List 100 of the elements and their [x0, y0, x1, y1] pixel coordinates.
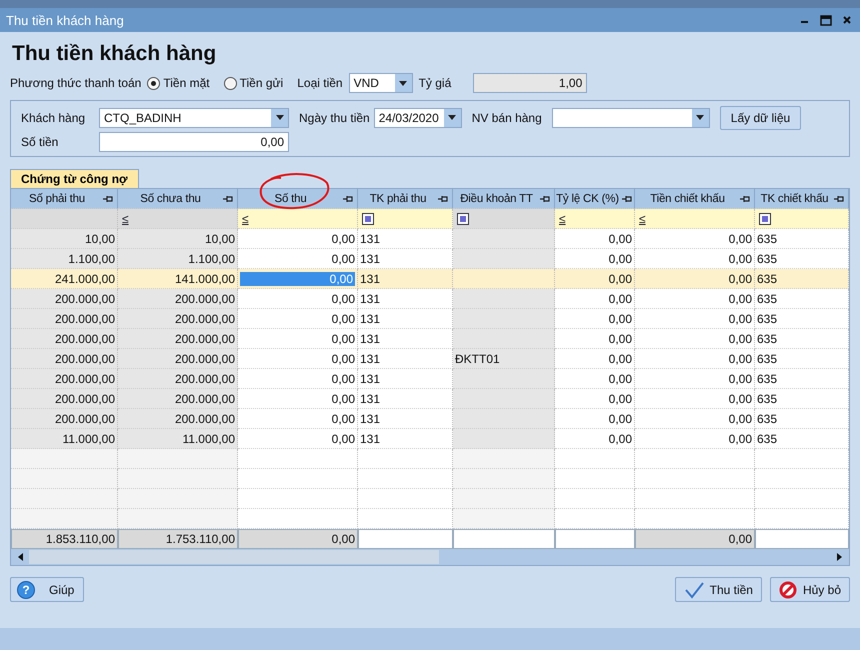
- table-cell: 0,00: [238, 289, 358, 309]
- table-cell: 10,00: [11, 229, 118, 249]
- filter-check-icon[interactable]: [362, 212, 374, 224]
- table-cell: 131: [358, 389, 453, 409]
- caret-icon: [276, 115, 284, 120]
- exchange-rate-label: Tỷ giá: [418, 76, 452, 90]
- customer-label: Khách hàng: [21, 110, 86, 124]
- table-cell: 10,00: [118, 229, 238, 249]
- table-cell: 200.000,00: [11, 349, 118, 369]
- table-cell: 635: [755, 369, 849, 389]
- table-cell: 0,00: [635, 369, 755, 389]
- customer-dropdown[interactable]: CTQ_BADINH: [99, 108, 289, 128]
- table-cell: 200.000,00: [118, 289, 238, 309]
- pin-icon[interactable]: [622, 194, 633, 202]
- table-cell: 0,00: [238, 249, 358, 269]
- amount-field[interactable]: 0,00: [99, 132, 289, 152]
- table-cell: 131: [358, 369, 453, 389]
- horizontal-scrollbar[interactable]: [11, 549, 849, 565]
- column-header[interactable]: Điều khoản TT: [453, 189, 555, 209]
- table-cell: 0,00: [635, 229, 755, 249]
- filter-operator[interactable]: ≤: [639, 212, 646, 226]
- table-cell: 1.100,00: [11, 249, 118, 269]
- column-header[interactable]: TK chiết khấu: [755, 189, 849, 209]
- table-cell: 200.000,00: [11, 389, 118, 409]
- table-cell: 0,00: [635, 249, 755, 269]
- table-cell: 131: [358, 309, 453, 329]
- table-cell: 0,00: [635, 269, 755, 289]
- table-cell: 0,00: [555, 329, 635, 349]
- pin-icon[interactable]: [223, 194, 234, 202]
- filter-cell[interactable]: [358, 209, 453, 229]
- table-cell: 0,00: [635, 429, 755, 449]
- table-cell: 0,00: [555, 389, 635, 409]
- tab[interactable]: Chứng từ công nợ: [10, 169, 139, 188]
- filter-cell[interactable]: [755, 209, 849, 229]
- pin-icon[interactable]: [540, 194, 551, 202]
- maximize-icon[interactable]: [820, 14, 832, 26]
- filter-operator[interactable]: ≤: [122, 212, 129, 226]
- radio-option[interactable]: Tiền mặt: [147, 76, 210, 90]
- exchange-rate-field[interactable]: 1,00: [473, 73, 588, 93]
- pin-icon[interactable]: [834, 194, 845, 202]
- table-cell: ĐKTT01: [453, 349, 555, 369]
- filter-check-icon[interactable]: [457, 212, 469, 224]
- filter-cell[interactable]: ≤: [118, 209, 238, 229]
- close-icon[interactable]: [842, 15, 852, 25]
- radio-icon[interactable]: [147, 76, 160, 90]
- total-cell: 1.753.110,00: [118, 529, 238, 549]
- filter-cell[interactable]: [453, 209, 555, 229]
- table-cell: 141.000,00: [118, 269, 238, 289]
- table-cell: 200.000,00: [118, 409, 238, 429]
- column-title: Điều khoản TT: [459, 192, 534, 204]
- caret-icon: [399, 80, 408, 86]
- table-cell: 635: [755, 249, 849, 269]
- table-cell: 0,00: [635, 309, 755, 329]
- pin-icon[interactable]: [438, 194, 449, 202]
- table-cell: 0,00: [238, 429, 358, 449]
- filter-operator[interactable]: ≤: [242, 212, 249, 226]
- filter-check-icon[interactable]: [759, 212, 771, 224]
- total-cell: 0,00: [635, 529, 755, 549]
- table-cell: 11.000,00: [11, 429, 118, 449]
- load-data-button[interactable]: Lấy dữ liệu: [720, 106, 802, 130]
- table-cell: 0,00: [635, 349, 755, 369]
- table-cell: 200.000,00: [11, 409, 118, 429]
- column-header[interactable]: Tiền chiết khấu: [635, 189, 755, 209]
- column-header[interactable]: Tỷ lệ CK (%): [555, 189, 635, 209]
- filter-operator[interactable]: ≤: [559, 212, 566, 226]
- radio-icon[interactable]: [224, 76, 237, 90]
- currency-dropdown[interactable]: VND: [348, 73, 413, 93]
- sales-staff-label: NV bán hàng: [472, 110, 542, 124]
- table-cell: 0,00: [238, 349, 358, 369]
- pin-icon[interactable]: [343, 194, 354, 202]
- column-header[interactable]: TK phải thu: [358, 189, 453, 209]
- table-cell: 0,00: [555, 289, 635, 309]
- prohibited-icon: [778, 580, 797, 598]
- filter-cell[interactable]: ≤: [635, 209, 755, 229]
- caret-icon: [696, 115, 704, 120]
- column-title: Số thu: [273, 192, 308, 204]
- filter-cell[interactable]: [11, 209, 118, 229]
- table-cell: 200.000,00: [11, 289, 118, 309]
- filter-cell[interactable]: ≤: [555, 209, 635, 229]
- help-button[interactable]: ? Giúp: [10, 577, 84, 602]
- collect-button[interactable]: Thu tiền: [674, 577, 762, 602]
- table-cell: 200.000,00: [11, 329, 118, 349]
- column-title: Tiền chiết khấu: [649, 192, 726, 204]
- column-header[interactable]: Số thu: [238, 189, 358, 209]
- filter-cell[interactable]: ≤: [238, 209, 358, 229]
- pin-icon[interactable]: [103, 194, 114, 202]
- table-cell: 241.000,00: [11, 269, 118, 289]
- table-cell: 0,00: [555, 409, 635, 429]
- column-header[interactable]: Số phải thu: [11, 189, 118, 209]
- scrollbar-thumb[interactable]: [29, 550, 439, 564]
- table-cell: 635: [755, 309, 849, 329]
- radio-option[interactable]: Tiền gửi: [224, 76, 284, 90]
- date-picker[interactable]: 24/03/2020: [374, 108, 462, 128]
- table-cell: 131: [358, 429, 453, 449]
- pin-icon[interactable]: [740, 194, 751, 202]
- cancel-button[interactable]: Hủy bỏ: [770, 577, 850, 602]
- table-cell: 0,00: [238, 369, 358, 389]
- table-cell: 200.000,00: [118, 349, 238, 369]
- window-title: Thu tiền khách hàng: [6, 12, 125, 28]
- column-header[interactable]: Số chưa thu: [118, 189, 238, 209]
